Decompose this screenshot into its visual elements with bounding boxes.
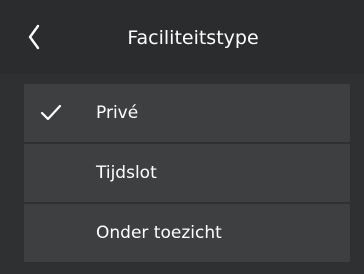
option-onder-toezicht[interactable]: Onder toezicht bbox=[24, 204, 350, 262]
option-label: Tijdslot bbox=[96, 163, 157, 183]
option-label: Privé bbox=[96, 103, 139, 123]
option-tijdslot[interactable]: Tijdslot bbox=[24, 144, 350, 202]
page-title: Faciliteitstype bbox=[127, 27, 259, 49]
facility-type-list: Privé Tijdslot Onder toezicht bbox=[24, 84, 350, 264]
checkmark-icon bbox=[40, 104, 62, 121]
header-bar: Faciliteitstype bbox=[0, 0, 364, 74]
option-prive[interactable]: Privé bbox=[24, 84, 350, 142]
option-label: Onder toezicht bbox=[96, 223, 222, 243]
